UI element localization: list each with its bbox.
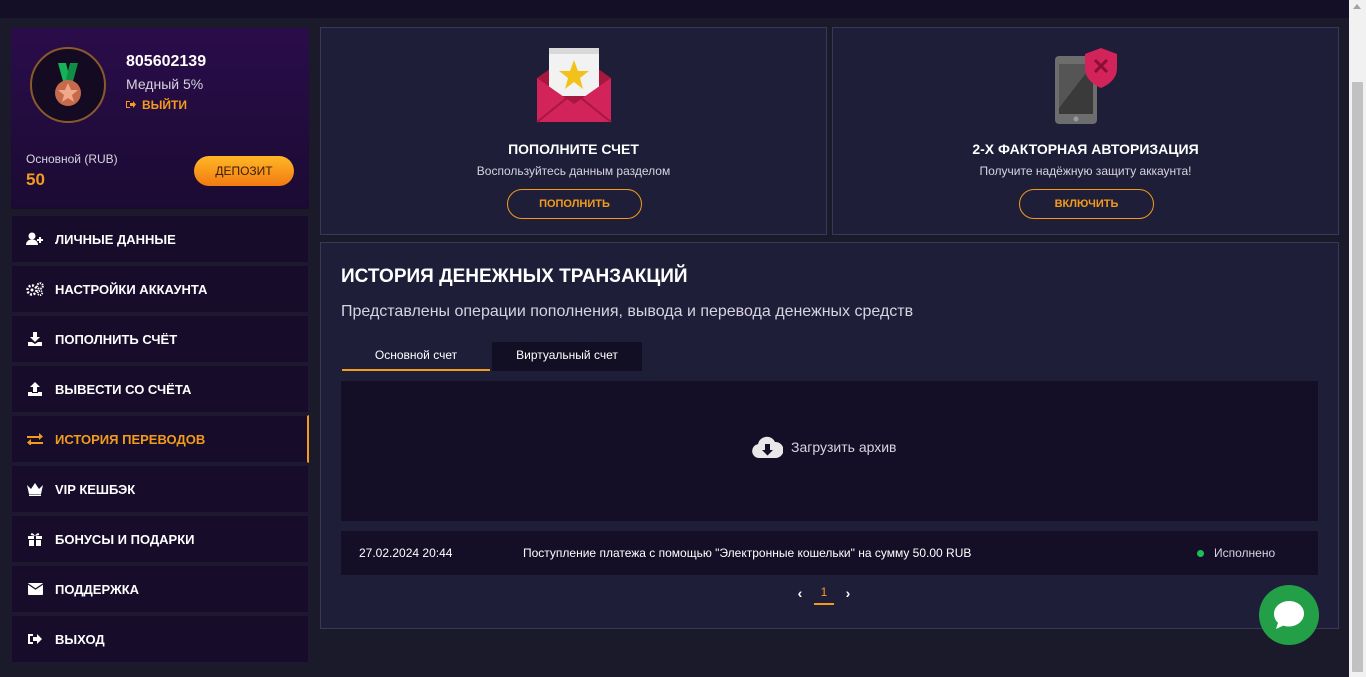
two-factor-card: 2-Х ФАКТОРНАЯ АВТОРИЗАЦИЯ Получите надёж… [832,27,1339,235]
crown-icon [26,482,44,496]
balance-value: 50 [26,170,45,189]
sidebar-item-support[interactable]: ПОДДЕРЖКА [11,565,309,613]
envelope-star-icon [536,48,612,123]
sidebar-item-bonuses[interactable]: БОНУСЫ И ПОДАРКИ [11,515,309,563]
sidebar-item-withdraw[interactable]: ВЫВЕСТИ СО СЧЁТА [11,365,309,413]
logout-label: ВЫЙТИ [142,98,187,112]
sign-out-icon [26,632,44,646]
deposit-button[interactable]: ДЕПОЗИТ [194,156,294,186]
logout-link[interactable]: ВЫЙТИ [126,98,187,112]
sidebar-item-label: VIP КЕШБЭК [55,481,136,497]
user-rank: Медный 5% [126,76,204,92]
transaction-history-panel: ИСТОРИЯ ДЕНЕЖНЫХ ТРАНЗАКЦИЙ Представлены… [320,242,1339,629]
tab-main-account[interactable]: Основной счет [342,342,490,371]
medal-icon [55,63,81,106]
sidebar-item-personal-data[interactable]: ЛИЧНЫЕ ДАННЫЕ [11,215,309,263]
sidebar-menu: ЛИЧНЫЕ ДАННЫЕ НАСТРОЙКИ АККАУНТА ПОПОЛНИ… [11,215,309,665]
scrollbar[interactable] [1349,0,1366,677]
twofa-card-title: 2-Х ФАКТОРНАЯ АВТОРИЗАЦИЯ [972,141,1199,157]
sidebar-item-label: НАСТРОЙКИ АККАУНТА [55,281,208,297]
user-id: 805602139 [126,53,207,70]
exchange-icon [26,432,44,446]
archive-area: Загрузить архив [341,381,1318,521]
balance-label: Основной (RUB) [26,152,118,166]
sidebar-item-label: ПОДДЕРЖКА [55,581,140,597]
sidebar-item-label: ЛИЧНЫЕ ДАННЫЕ [55,231,176,247]
deposit-card-title: ПОПОЛНИТЕ СЧЕТ [508,141,639,157]
cloud-download-icon [752,436,783,458]
status-dot [1197,550,1204,557]
gift-icon [26,532,44,546]
sidebar-item-label: ВЫХОД [55,631,105,647]
replenish-button[interactable]: ПОПОЛНИТЬ [507,189,642,219]
sidebar-item-label: ПОПОЛНИТЬ СЧЁТ [55,331,178,347]
sign-out-icon [126,98,136,112]
upload-icon [26,382,44,396]
scroll-up-icon[interactable] [1353,4,1361,9]
sidebar-item-label: ВЫВЕСТИ СО СЧЁТА [55,381,192,397]
download-archive-button[interactable]: Загрузить архив [752,435,897,459]
profile-panel: 805602139 Медный 5% ВЫЙТИ Основной (RUB)… [11,28,309,209]
chat-button[interactable] [1259,585,1319,645]
sidebar-item-deposit[interactable]: ПОПОЛНИТЬ СЧЁТ [11,315,309,363]
chevron-left-icon[interactable]: ‹ [792,585,808,601]
phone-shield-icon [1055,48,1117,124]
page-number[interactable]: 1 [814,581,834,605]
page-title: ИСТОРИЯ ДЕНЕЖНЫХ ТРАНЗАКЦИЙ [341,266,688,287]
sidebar-item-label: ИСТОРИЯ ПЕРЕВОДОВ [55,431,206,447]
sidebar-item-vip-cashback[interactable]: VIP КЕШБЭК [11,465,309,513]
gears-icon [26,282,44,296]
twofa-card-subtitle: Получите надёжную защиту аккаунта! [979,164,1192,178]
table-row: 27.02.2024 20:44 Поступление платежа с п… [341,531,1318,575]
sidebar-item-label: БОНУСЫ И ПОДАРКИ [55,531,195,547]
user-plus-icon [26,232,44,246]
deposit-promo-card: ПОПОЛНИТЕ СЧЕТ Воспользуйтесь данным раз… [320,27,827,235]
chat-bubble-icon [1274,601,1304,629]
enable-2fa-button[interactable]: ВКЛЮЧИТЬ [1019,189,1154,219]
sidebar-item-account-settings[interactable]: НАСТРОЙКИ АККАУНТА [11,265,309,313]
chevron-right-icon[interactable]: › [840,585,856,601]
top-bar [0,0,1366,18]
pagination: ‹ 1 › [792,581,856,605]
rank-medal-avatar [30,47,106,123]
transaction-description: Поступление платежа с помощью "Электронн… [523,546,972,560]
status-badge: Исполнено [1214,546,1276,560]
download-archive-label: Загрузить архив [791,439,897,455]
envelope-icon [26,582,44,596]
deposit-card-subtitle: Воспользуйтесь данным разделом [476,164,671,178]
page-subtitle: Представлены операции пополнения, вывода… [341,303,914,320]
sidebar-item-exit[interactable]: ВЫХОД [11,615,309,663]
tab-virtual-account[interactable]: Виртуальный счет [492,342,642,371]
transaction-date: 27.02.2024 20:44 [359,546,453,560]
download-icon [26,332,44,346]
sidebar-item-transfer-history[interactable]: ИСТОРИЯ ПЕРЕВОДОВ [11,415,309,463]
scrollbar-thumb[interactable] [1352,82,1363,672]
